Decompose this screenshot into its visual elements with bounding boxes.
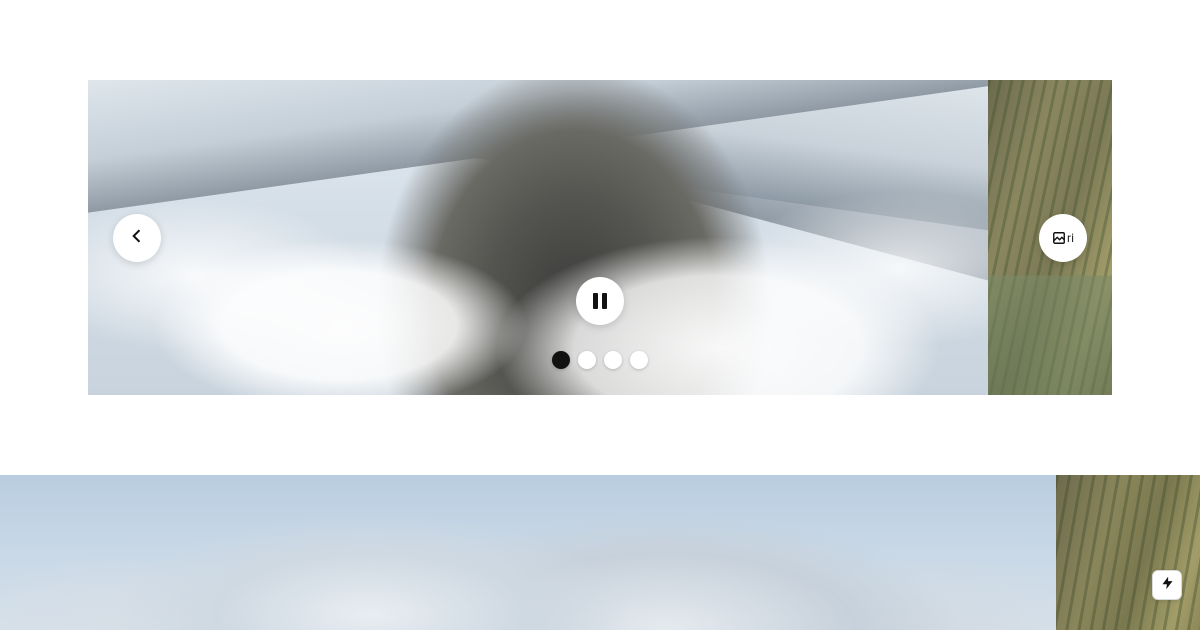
carousel-dot-2[interactable]	[578, 351, 596, 369]
pause-icon	[593, 293, 607, 309]
carousel-prev-button[interactable]	[113, 214, 161, 262]
image-carousel-fullbleed	[0, 475, 1200, 630]
carousel-slide-current	[88, 80, 988, 395]
carousel-dot-3[interactable]	[604, 351, 622, 369]
chevron-left-icon	[127, 226, 147, 250]
fullbleed-slide-next-peek	[1056, 475, 1200, 630]
image-carousel: ri	[88, 80, 1112, 395]
lightning-icon	[1160, 574, 1175, 596]
carousel-dot-1[interactable]	[552, 351, 570, 369]
broken-image-icon: ri	[1052, 227, 1074, 249]
quick-action-button[interactable]	[1152, 570, 1182, 600]
carousel-pause-button[interactable]	[576, 277, 624, 325]
carousel-dot-4[interactable]	[630, 351, 648, 369]
carousel-next-button[interactable]: ri	[1039, 214, 1087, 262]
fullbleed-slide-current	[0, 475, 1056, 630]
carousel-pagination	[552, 351, 648, 369]
broken-image-alt-text: ri	[1067, 231, 1074, 245]
